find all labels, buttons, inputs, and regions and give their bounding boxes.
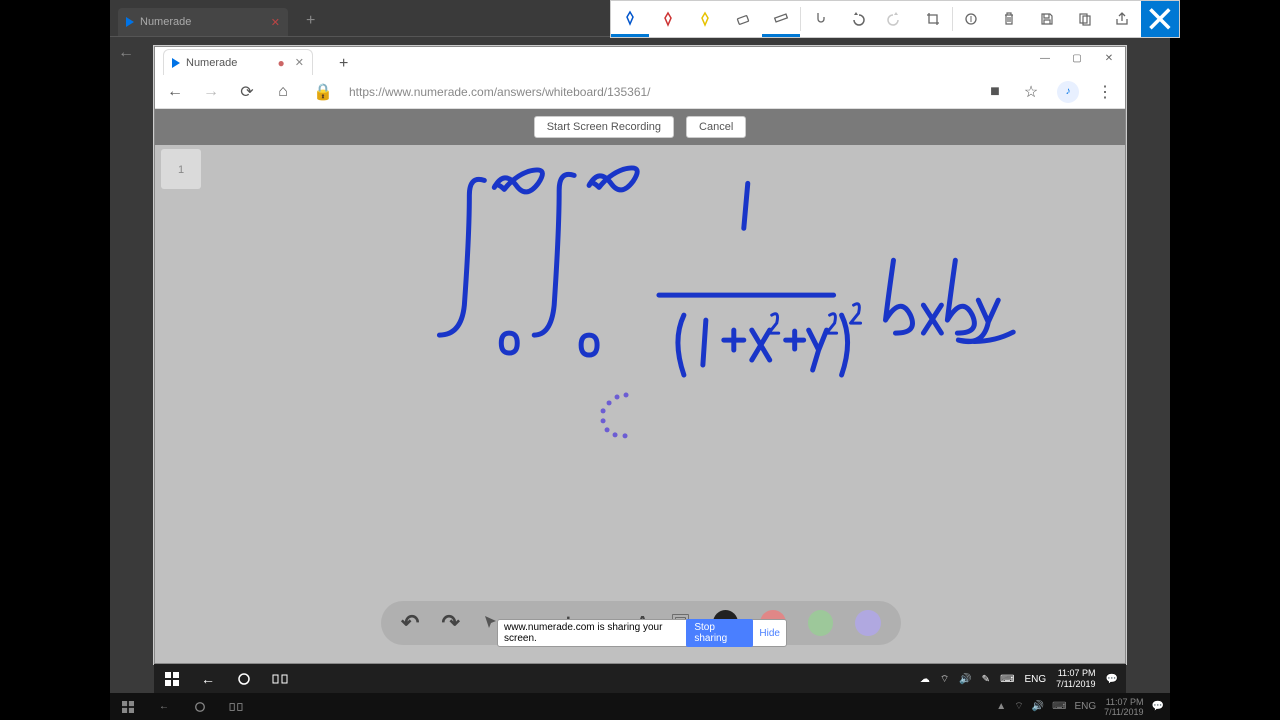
share-text: www.numerade.com is sharing your screen.: [504, 622, 680, 644]
tray-volume-icon[interactable]: 🔊: [959, 674, 971, 685]
host-tray-volume-icon[interactable]: 🔊: [1032, 701, 1044, 712]
system-tray: ☁ ⌔ 🔊 ✎ ⌨ ENG 11:07 PM 7/11/2019 💬: [920, 668, 1126, 690]
wb-redo-icon[interactable]: ↷: [441, 610, 459, 636]
delete-button[interactable]: [990, 1, 1028, 37]
window-close-button[interactable]: ✕: [1093, 47, 1125, 69]
tab-close-icon[interactable]: ✕: [295, 56, 304, 69]
action-center-icon[interactable]: 💬: [1106, 674, 1118, 685]
extension-icon[interactable]: ♪: [1057, 81, 1079, 103]
zoom-button[interactable]: [953, 1, 991, 37]
snip-close-button[interactable]: [1141, 1, 1179, 37]
host-tray-lang[interactable]: ENG: [1075, 701, 1097, 712]
address-bar: ← → ⟳ ⌂ 🔒 https://www.numerade.com/answe…: [155, 75, 1125, 109]
taskbar-clock[interactable]: 11:07 PM 7/11/2019: [1056, 668, 1095, 690]
reload-button[interactable]: ⟳: [237, 82, 257, 102]
window-controls: — ▢ ✕: [1029, 47, 1125, 69]
bg-tab-title: Numerade: [140, 16, 191, 28]
tray-onedrive-icon[interactable]: ☁: [920, 674, 930, 685]
bg-browser-tab[interactable]: Numerade ✕: [118, 8, 288, 36]
browser-tab[interactable]: Numerade ● ✕: [163, 49, 313, 75]
numerade-logo-icon: [126, 17, 134, 27]
host-clock[interactable]: 11:07 PM 7/11/2019: [1104, 697, 1143, 717]
host-windows-taskbar[interactable]: ← ▲ ⌔ 🔊 ⌨ ENG 11:07 PM 7/11/2019 💬: [110, 693, 1170, 720]
host-tray-icon[interactable]: ▲: [996, 701, 1006, 712]
taskview-icon[interactable]: [262, 672, 298, 686]
stop-sharing-button[interactable]: Stop sharing: [686, 619, 753, 647]
host-start-button[interactable]: [110, 701, 146, 713]
forward-button[interactable]: →: [201, 82, 221, 102]
tab-title: Numerade: [186, 57, 237, 69]
start-recording-button[interactable]: Start Screen Recording: [534, 116, 674, 138]
ruler-tool[interactable]: [762, 1, 800, 37]
recording-bar: Start Screen Recording Cancel: [155, 109, 1125, 145]
host-tray-wifi-icon[interactable]: ⌔: [1014, 700, 1023, 713]
bg-tab-close-icon[interactable]: ✕: [271, 16, 280, 29]
host-tray-keyboard-icon[interactable]: ⌨: [1052, 701, 1066, 712]
back-button[interactable]: ←: [165, 82, 185, 102]
start-button[interactable]: [154, 672, 190, 686]
host-back-icon[interactable]: ←: [146, 701, 182, 712]
taskbar-back-icon[interactable]: ←: [190, 671, 226, 687]
share-button[interactable]: [1104, 1, 1142, 37]
handwriting-ink: [155, 145, 1125, 605]
maximize-button[interactable]: ▢: [1061, 47, 1093, 69]
redo-button[interactable]: [876, 1, 914, 37]
tray-lang[interactable]: ENG: [1025, 674, 1047, 685]
host-system-tray: ▲ ⌔ 🔊 ⌨ ENG 11:07 PM 7/11/2019 💬: [996, 697, 1170, 717]
eraser-tool[interactable]: [724, 1, 762, 37]
wb-color-purple[interactable]: [855, 610, 881, 636]
tray-keyboard-icon[interactable]: ⌨: [1000, 674, 1014, 685]
pen-red-tool[interactable]: [649, 1, 687, 37]
screen-share-notice: www.numerade.com is sharing your screen.…: [497, 619, 787, 647]
bg-back-icon[interactable]: ←: [118, 44, 134, 62]
host-action-center-icon[interactable]: 💬: [1152, 701, 1164, 712]
tab-modified-dot: ●: [278, 56, 285, 70]
pen-blue-tool[interactable]: [611, 1, 649, 37]
crop-button[interactable]: [914, 1, 952, 37]
hide-sharing-button[interactable]: Hide: [759, 628, 780, 639]
browser-menu-icon[interactable]: ⋮: [1095, 82, 1115, 102]
highlighter-tool[interactable]: [686, 1, 724, 37]
site-favicon-icon: [172, 58, 180, 68]
snip-sketch-toolbar: [610, 0, 1180, 38]
lock-icon[interactable]: 🔒: [313, 82, 333, 102]
save-button[interactable]: [1028, 1, 1066, 37]
new-tab-button[interactable]: +: [339, 55, 348, 73]
minimize-button[interactable]: —: [1029, 47, 1061, 69]
camera-icon[interactable]: ■: [985, 82, 1005, 102]
host-cortana-icon[interactable]: [182, 701, 218, 713]
tray-wifi-icon[interactable]: ⌔: [940, 673, 949, 686]
wb-color-green[interactable]: [808, 610, 834, 636]
host-taskview-icon[interactable]: [218, 701, 254, 713]
bookmark-star-icon[interactable]: ☆: [1021, 82, 1041, 102]
url-text[interactable]: https://www.numerade.com/answers/whitebo…: [349, 85, 969, 99]
wb-undo-icon[interactable]: ↶: [401, 610, 419, 636]
bg-newtab-button[interactable]: +: [306, 12, 315, 30]
cancel-recording-button[interactable]: Cancel: [686, 116, 746, 138]
touch-write-tool[interactable]: [801, 1, 839, 37]
chrome-window: Numerade ● ✕ + — ▢ ✕ ← → ⟳ ⌂ 🔒 https://w…: [154, 46, 1126, 664]
tray-pen-icon[interactable]: ✎: [982, 674, 990, 685]
copy-button[interactable]: [1066, 1, 1104, 37]
undo-button[interactable]: [838, 1, 876, 37]
cortana-icon[interactable]: [226, 672, 262, 686]
home-button[interactable]: ⌂: [273, 82, 293, 102]
windows-taskbar[interactable]: ← ☁ ⌔ 🔊 ✎ ⌨ ENG 11:07 PM 7/11/2019 💬: [154, 664, 1126, 694]
